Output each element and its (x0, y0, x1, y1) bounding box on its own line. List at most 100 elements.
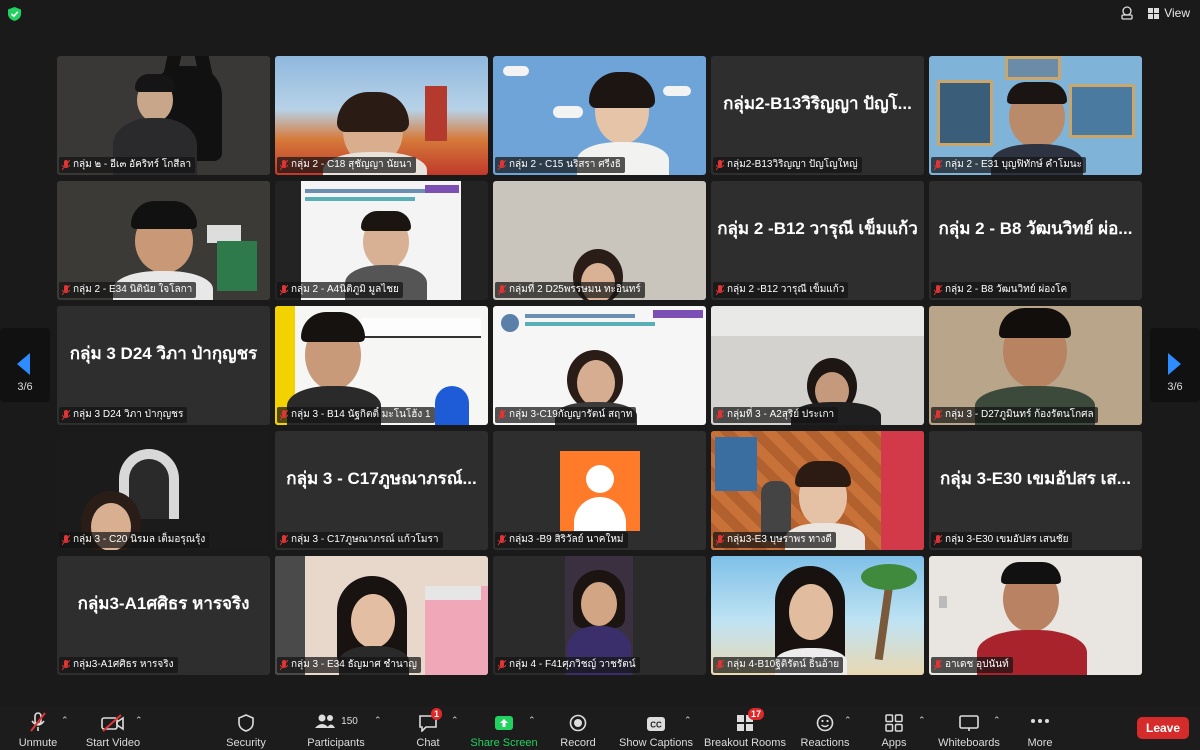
video-tile[interactable]: กลุ่ม 2 - A4นิติภูมิ มูลไชย (275, 181, 488, 300)
participants-options-chevron-icon[interactable]: ⌃ (374, 715, 382, 726)
participant-name-label: กลุ่มที่ 3 - A2สุริย์ ประเกา (713, 407, 839, 423)
participant-name-label: กลุ่ม 2 - B8 วัฒนวิทย์ ผ่องโค (931, 282, 1072, 298)
participant-display-name: กลุ่ม 2 - B8 วัฒนวิทย์ ผ่อ... (938, 219, 1133, 238)
whiteboards-options-chevron-icon[interactable]: ⌃ (993, 715, 1001, 726)
video-tile[interactable]: กลุ่ม 3 - B14 นัฐกิตติ์ มะโนโฮ้ง 1 (275, 306, 488, 425)
participant-display-name: กลุ่ม 2 -B12 วารุณี เข็มแก้ว (717, 219, 918, 238)
leave-button[interactable]: Leave (1137, 717, 1189, 739)
video-tile[interactable]: กลุ่มที่ 3 - A2สุริย์ ประเกา (711, 306, 924, 425)
participant-name-label: กลุ่ม3 -B9 สิริวัลย์ นาคใหม่ (495, 532, 628, 548)
security-button[interactable]: Security (216, 706, 276, 750)
muted-mic-icon (280, 159, 288, 170)
captions-options-chevron-icon[interactable]: ⌃ (684, 715, 692, 726)
audio-options-chevron-icon[interactable]: ⌃ (61, 715, 69, 726)
participant-name-label: กลุ่ม 2 - E34 นิตินัย ใจโลกา (59, 282, 197, 298)
participant-name-label: กลุ่ม 3-C19กัญญารัตน์ สฤาท (495, 407, 637, 423)
more-button[interactable]: More (1020, 706, 1060, 750)
meeting-toolbar: Unmute ⌃ Start Video ⌃ Security 150 Part… (0, 706, 1200, 750)
participant-name-label: กลุ่ม 3 - E34 ธัญมาศ ชำนาญ (277, 657, 421, 673)
video-tile[interactable]: กลุ่ม3-E3 บุษราพร ทางดี (711, 431, 924, 550)
video-tile[interactable]: กลุ่ม 3 - C20 นิรมล เต็มอรุณรุ้ง (57, 431, 270, 550)
start-video-button[interactable]: Start Video (80, 706, 146, 750)
more-label: More (1027, 737, 1053, 749)
participant-name-label: กลุ่ม2-B13วิริญญา ปัญโญใหญ่ (713, 157, 862, 173)
immersive-view-icon[interactable] (1120, 6, 1134, 20)
video-tile[interactable]: กลุ่ม3-A1ศศิธร หารจริง กลุ่ม3-A1ศศิธร หา… (57, 556, 270, 675)
video-off-icon (101, 714, 124, 732)
video-tile[interactable]: กลุ่ม 3-C19กัญญารัตน์ สฤาท (493, 306, 706, 425)
apps-button[interactable]: Apps (874, 706, 914, 750)
video-tile[interactable]: กลุ่ม 2 -B12 วารุณี เข็มแก้ว กลุ่ม 2 -B1… (711, 181, 924, 300)
video-tile[interactable]: กลุ่ม 3 D24 วิภา ป่ากุญชร กลุ่ม 3 D24 วิ… (57, 306, 270, 425)
muted-mic-icon (716, 409, 724, 420)
breakout-rooms-badge: 17 (748, 708, 765, 720)
muted-mic-icon (280, 534, 288, 545)
video-tile[interactable]: อาเดช อุปนันท์ (929, 556, 1142, 675)
reactions-smiley-icon (816, 714, 834, 732)
participant-name-label: อาเดช อุปนันท์ (931, 657, 1013, 673)
video-tile[interactable]: กลุ่ม 3 - C17ภูษณาภรณ์... กลุ่ม 3 - C17ภ… (275, 431, 488, 550)
participant-name-label: กลุ่ม 2 -B12 วารุณี เข็มแก้ว (713, 282, 849, 298)
video-tile[interactable]: กลุ่ม 3 - E34 ธัญมาศ ชำนาญ (275, 556, 488, 675)
whiteboards-label: Whiteboards (938, 737, 1000, 749)
more-dots-icon (1031, 719, 1049, 723)
participant-name-label: กลุ่ม 3 - B14 นัฐกิตติ์ มะโนโฮ้ง 1 (277, 407, 435, 423)
participant-name-label: กลุ่ม3-A1ศศิธร หารจริง (59, 657, 178, 673)
apps-options-chevron-icon[interactable]: ⌃ (918, 715, 926, 726)
record-button[interactable]: Record (556, 706, 600, 750)
grid-view-icon (1148, 7, 1160, 19)
video-tile[interactable]: กลุ่มที่ 2 D25พรรษมน ทะอินทร์ (493, 181, 706, 300)
next-page-button[interactable]: 3/6 (1150, 328, 1200, 402)
muted-mic-icon (280, 659, 288, 670)
chat-badge: 1 (431, 708, 443, 720)
video-tile[interactable]: กลุ่ม 3-E30 เขมอัปสร เส... กลุ่ม 3-E30 เ… (929, 431, 1142, 550)
participants-button[interactable]: 150 Participants (300, 706, 372, 750)
video-options-chevron-icon[interactable]: ⌃ (135, 715, 143, 726)
reactions-button[interactable]: Reactions (798, 706, 852, 750)
video-tile[interactable]: กลุ่ม 2 - E31 บุญฟิทักษ์ คำโมนะ (929, 56, 1142, 175)
avatar-placeholder (560, 451, 640, 531)
participant-name-label: กลุ่ม 2 - C18 สุชัญญา นัยนา (277, 157, 416, 173)
video-tile[interactable]: กลุ่ม 2 - C15 นริสรา ศรีงธิ (493, 56, 706, 175)
participant-name-label: กลุ่ม 3 - C20 นิรมล เต็มอรุณรุ้ง (59, 532, 210, 548)
participants-label: Participants (307, 737, 365, 749)
video-tile[interactable]: กลุ่ม 2 - E34 นิตินัย ใจโลกา (57, 181, 270, 300)
page-indicator-left: 3/6 (17, 381, 33, 393)
start-video-label: Start Video (85, 737, 141, 749)
video-tile[interactable]: กลุ่ม2-B13วิริญญา ปัญโ... กลุ่ม2-B13วิริ… (711, 56, 924, 175)
record-label: Record (560, 737, 596, 749)
breakout-rooms-label: Breakout Rooms (704, 737, 786, 749)
apps-label: Apps (881, 737, 907, 749)
security-label: Security (226, 737, 266, 749)
video-tile[interactable]: กลุ่ม 3 - D27ภูมินทร์ ก้องรัตนโกศล (929, 306, 1142, 425)
view-button[interactable]: View (1148, 6, 1190, 20)
video-tile[interactable]: กลุ่ม 4 - F41ศุภวิชญ์ วาชรัตน์ (493, 556, 706, 675)
muted-mic-icon (716, 284, 724, 295)
participant-name-label: กลุ่ม 2 - C15 นริสรา ศรีงธิ (495, 157, 625, 173)
chat-options-chevron-icon[interactable]: ⌃ (451, 715, 459, 726)
muted-mic-icon (716, 159, 724, 170)
participant-name-label: กลุ่ม3-E3 บุษราพร ทางดี (713, 532, 836, 548)
show-captions-button[interactable]: CC Show Captions (618, 706, 694, 750)
video-tile[interactable]: กลุ่ม3 -B9 สิริวัลย์ นาคใหม่ (493, 431, 706, 550)
svg-text:CC: CC (650, 721, 662, 730)
breakout-rooms-button[interactable]: Breakout Rooms (704, 706, 786, 750)
share-options-chevron-icon[interactable]: ⌃ (528, 715, 536, 726)
video-tile[interactable]: กลุ่ม 4-B10ฐิติรัตน์ ธิ้นอ้าย (711, 556, 924, 675)
show-captions-label: Show Captions (619, 737, 693, 749)
security-shield-icon[interactable] (8, 7, 21, 21)
whiteboards-button[interactable]: Whiteboards (936, 706, 1002, 750)
whiteboard-icon (959, 715, 979, 731)
video-tile[interactable]: กลุ่ม ๒ - อีเ๓ อัคริทร์ โกสีลา (57, 56, 270, 175)
chat-label: Chat (416, 737, 440, 749)
participant-name-label: กลุ่ม 3-E30 เขมอัปสร เสนชัย (931, 532, 1073, 548)
share-screen-button[interactable]: Share Screen (470, 706, 538, 750)
reactions-options-chevron-icon[interactable]: ⌃ (844, 715, 852, 726)
participants-icon (315, 714, 336, 728)
video-tile[interactable]: กลุ่ม 2 - C18 สุชัญญา นัยนา (275, 56, 488, 175)
previous-page-button[interactable]: 3/6 (0, 328, 50, 402)
muted-mic-icon (498, 409, 506, 420)
unmute-button[interactable]: Unmute (10, 706, 66, 750)
video-tile[interactable]: กลุ่ม 2 - B8 วัฒนวิทย์ ผ่อ... กลุ่ม 2 - … (929, 181, 1142, 300)
participant-name-label: กลุ่ม 3 - C17ภูษณาภรณ์ แก้วโมรา (277, 532, 443, 548)
